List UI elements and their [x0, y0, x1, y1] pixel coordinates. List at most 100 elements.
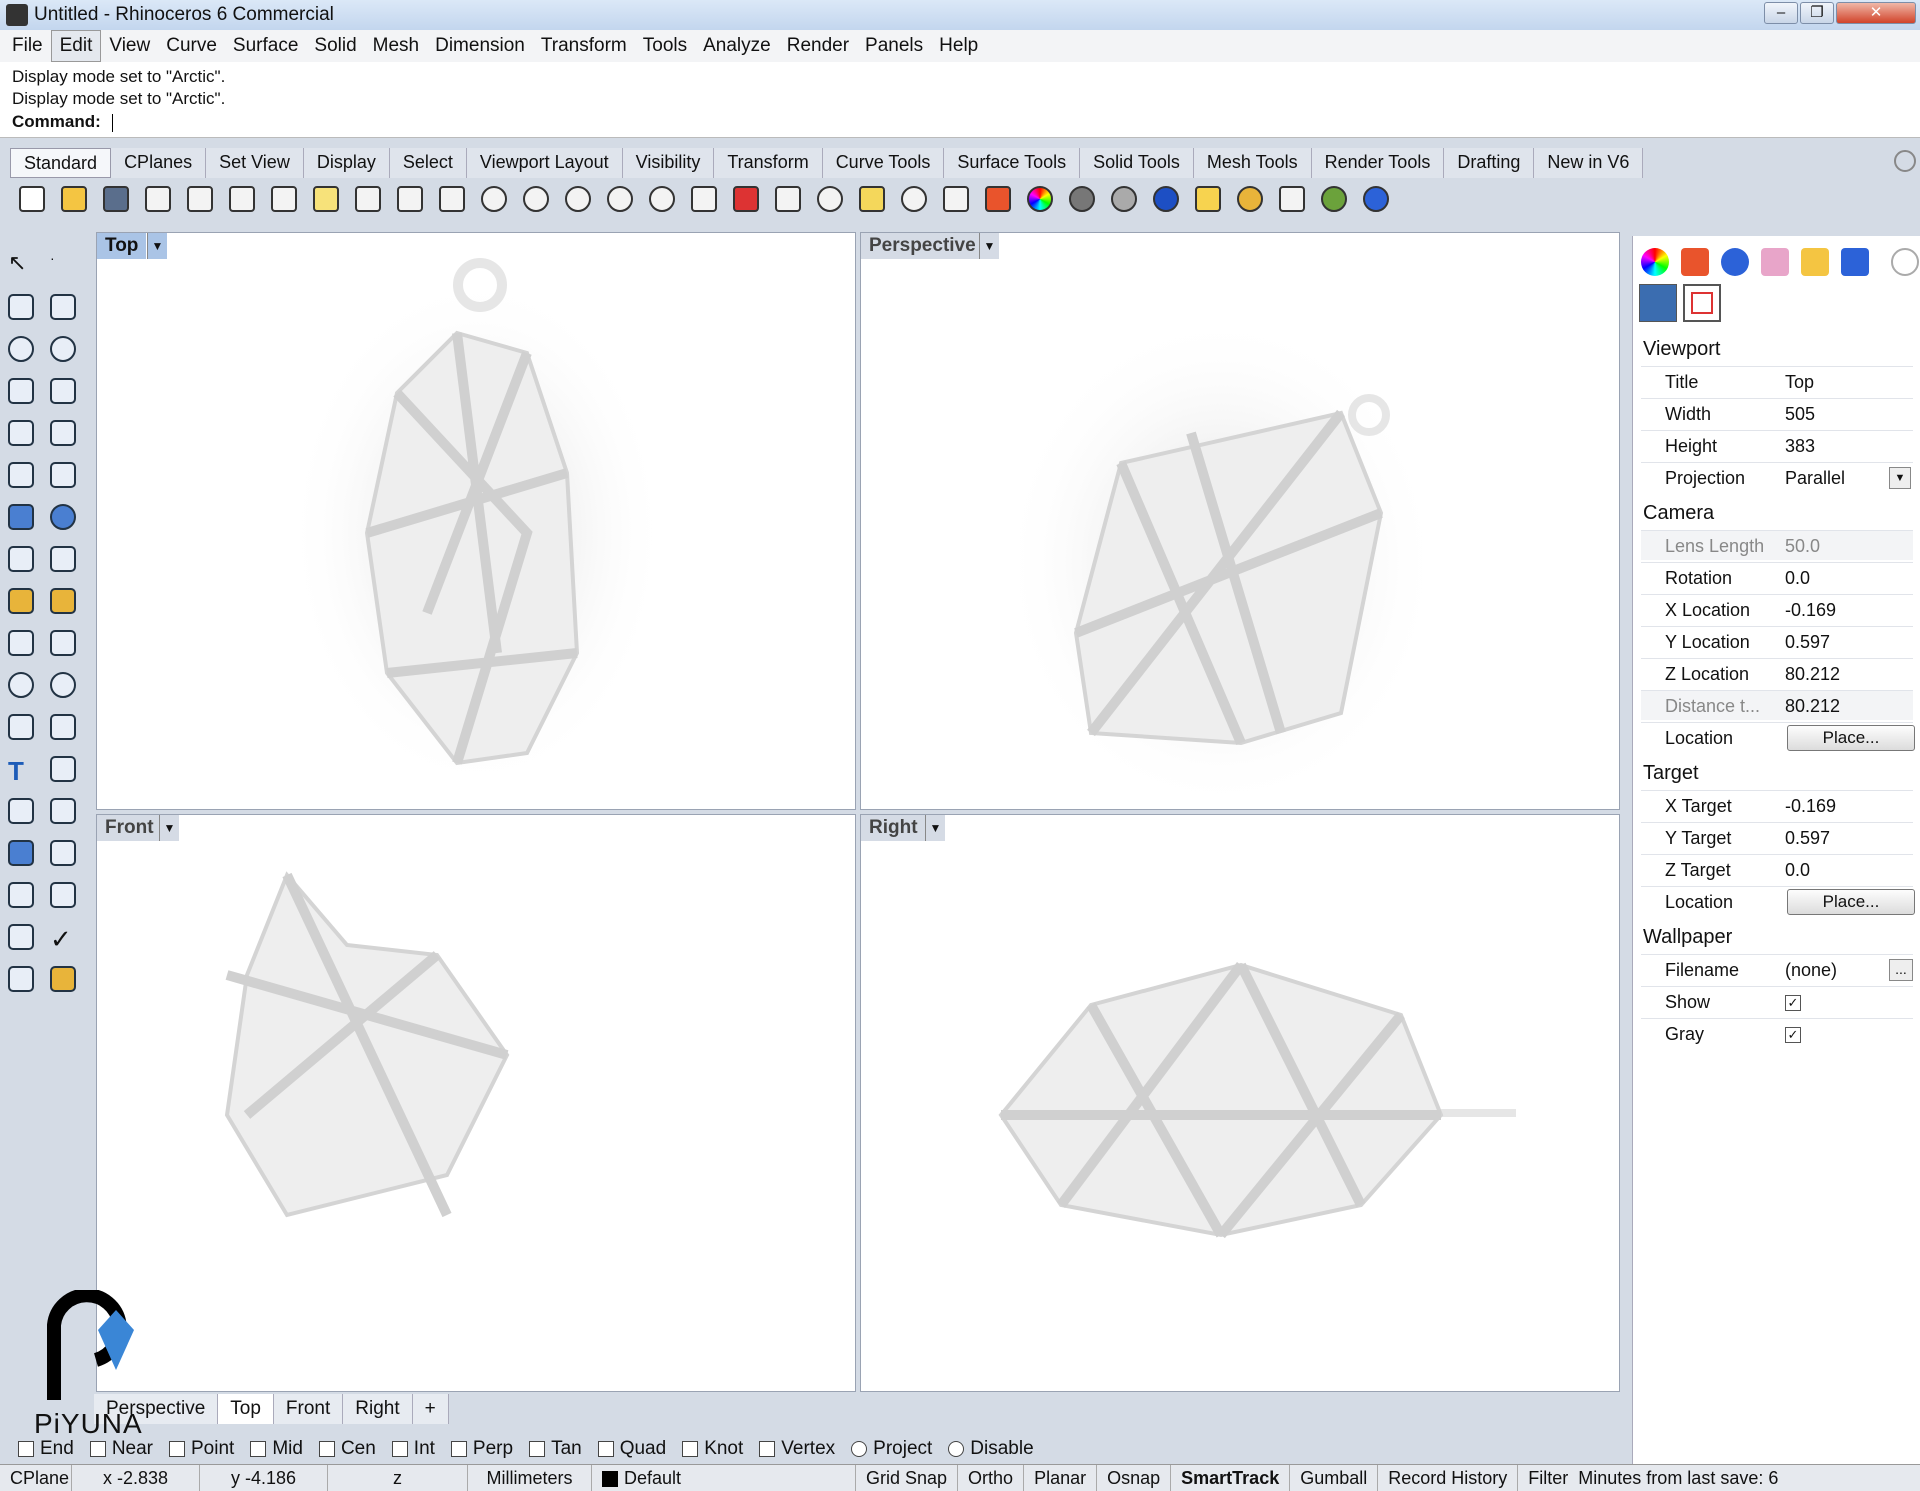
mesh-icon[interactable] — [46, 542, 80, 576]
curve-icon[interactable] — [46, 290, 80, 324]
grid-array-icon[interactable] — [4, 878, 38, 912]
settings-gear-icon[interactable] — [1891, 248, 1919, 276]
copy-icon[interactable] — [266, 181, 302, 217]
menu-render[interactable]: Render — [779, 31, 857, 61]
folder-icon[interactable] — [1801, 248, 1829, 276]
tab-select[interactable]: Select — [389, 148, 467, 178]
shaded-sphere-icon[interactable] — [1064, 181, 1100, 217]
paste-icon[interactable] — [308, 181, 344, 217]
prop-width-value[interactable]: 505 — [1785, 404, 1815, 425]
menu-edit[interactable]: Edit — [50, 30, 102, 62]
command-input[interactable] — [111, 113, 512, 132]
car-icon[interactable] — [728, 181, 764, 217]
osnap-tan[interactable]: Tan — [529, 1438, 582, 1460]
tab-display[interactable]: Display — [303, 148, 390, 178]
tab-render-tools[interactable]: Render Tools — [1311, 148, 1445, 178]
tab-cplanes[interactable]: CPlanes — [111, 148, 207, 178]
open-folder-icon[interactable] — [56, 181, 92, 217]
viewport-top[interactable]: Top ▼ — [96, 232, 856, 810]
select-points-icon[interactable] — [854, 181, 890, 217]
status-units[interactable]: Millimeters — [468, 1465, 592, 1491]
tab-solid-tools[interactable]: Solid Tools — [1080, 148, 1194, 178]
help-panel-icon[interactable] — [1841, 248, 1869, 276]
help-icon[interactable] — [1358, 181, 1394, 217]
rectangle-icon[interactable] — [46, 374, 80, 408]
explode-icon[interactable] — [46, 584, 80, 618]
circle-icon[interactable] — [4, 332, 38, 366]
four-viewports-icon[interactable] — [686, 181, 722, 217]
print-icon[interactable] — [140, 181, 176, 217]
zoom-window-icon[interactable] — [518, 181, 554, 217]
viewport-front-label[interactable]: Front — [97, 815, 162, 841]
boolean-icon[interactable] — [46, 500, 80, 534]
tab-surface-tools[interactable]: Surface Tools — [944, 148, 1081, 178]
rendered-sphere-icon[interactable] — [1148, 181, 1184, 217]
polygon-icon[interactable] — [4, 416, 38, 450]
pan-hand-icon[interactable] — [392, 181, 428, 217]
osnap-int[interactable]: Int — [391, 1438, 435, 1460]
offset-icon[interactable] — [46, 710, 80, 744]
viewport-top-label[interactable]: Top — [97, 233, 147, 259]
command-history[interactable]: Display mode set to "Arctic". Display mo… — [0, 62, 1920, 112]
osnap-near[interactable]: Near — [89, 1438, 153, 1460]
gear-solid-icon[interactable] — [4, 584, 38, 618]
menu-transform[interactable]: Transform — [533, 31, 635, 61]
vptab-top[interactable]: Top — [218, 1394, 274, 1424]
menu-tools[interactable]: Tools — [635, 31, 695, 61]
viewport-perspective-label[interactable]: Perspective — [861, 233, 984, 259]
status-record-history[interactable]: Record History — [1378, 1465, 1519, 1491]
status-gumball[interactable]: Gumball — [1290, 1465, 1379, 1491]
tab-transform[interactable]: Transform — [714, 148, 823, 178]
wallpaper-filename-value[interactable]: (none) — [1785, 960, 1837, 981]
prop-zloc-value[interactable]: 80.212 — [1785, 664, 1840, 685]
split-icon[interactable] — [46, 626, 80, 660]
status-smarttrack[interactable]: SmartTrack — [1171, 1465, 1291, 1491]
fillet-icon[interactable] — [4, 710, 38, 744]
browse-button[interactable]: ... — [1889, 959, 1913, 981]
group-icon[interactable] — [4, 668, 38, 702]
prop-title-value[interactable]: Top — [1785, 372, 1814, 393]
camera-icon[interactable] — [1639, 284, 1677, 322]
prop-xloc-value[interactable]: -0.169 — [1785, 600, 1836, 621]
layers-icon[interactable] — [1681, 248, 1709, 276]
command-line[interactable]: Command: — [0, 110, 1920, 138]
brush-icon[interactable] — [1761, 248, 1789, 276]
rotate-view-icon[interactable] — [434, 181, 470, 217]
new-file-icon[interactable] — [14, 181, 50, 217]
ellipse-icon[interactable] — [46, 332, 80, 366]
menu-mesh[interactable]: Mesh — [365, 31, 427, 61]
menu-help[interactable]: Help — [931, 31, 986, 61]
restore-button[interactable]: ❐ — [1800, 2, 1834, 24]
prop-yloc-value[interactable]: 0.597 — [1785, 632, 1830, 653]
dimension-icon[interactable] — [46, 836, 80, 870]
menu-analyze[interactable]: Analyze — [695, 31, 779, 61]
prop-distance-value[interactable]: 80.212 — [1785, 696, 1840, 717]
prop-xtarget-value[interactable]: -0.169 — [1785, 796, 1836, 817]
tab-mesh-tools[interactable]: Mesh Tools — [1193, 148, 1312, 178]
osnap-vertex[interactable]: Vertex — [759, 1438, 835, 1460]
minimize-button[interactable]: – — [1764, 2, 1798, 24]
tab-curve-tools[interactable]: Curve Tools — [822, 148, 945, 178]
zoom-selected-icon[interactable] — [602, 181, 638, 217]
block-icon[interactable] — [4, 836, 38, 870]
prop-height-value[interactable]: 383 — [1785, 436, 1815, 457]
gray-checkbox[interactable]: ✓ — [1785, 1027, 1801, 1043]
osnap-disable[interactable]: Disable — [948, 1438, 1034, 1460]
light-icon[interactable] — [1190, 181, 1226, 217]
surface-from-points-icon[interactable] — [4, 458, 38, 492]
projection-select[interactable]: Parallel — [1785, 468, 1845, 489]
undo-icon[interactable] — [350, 181, 386, 217]
surface-tools-icon[interactable] — [46, 458, 80, 492]
menu-dimension[interactable]: Dimension — [427, 31, 533, 61]
menu-solid[interactable]: Solid — [306, 31, 364, 61]
chevron-down-icon[interactable]: ▼ — [159, 815, 179, 841]
status-osnap[interactable]: Osnap — [1097, 1465, 1172, 1491]
menu-curve[interactable]: Curve — [158, 31, 225, 61]
color-wheel-icon[interactable] — [1641, 248, 1669, 276]
status-cplane[interactable]: CPlane — [0, 1465, 72, 1491]
options-gear-icon[interactable] — [1232, 181, 1268, 217]
polyline-icon[interactable] — [4, 290, 38, 324]
cplane-icon[interactable] — [770, 181, 806, 217]
color-wheel-icon[interactable] — [1022, 181, 1058, 217]
status-ortho[interactable]: Ortho — [958, 1465, 1025, 1491]
